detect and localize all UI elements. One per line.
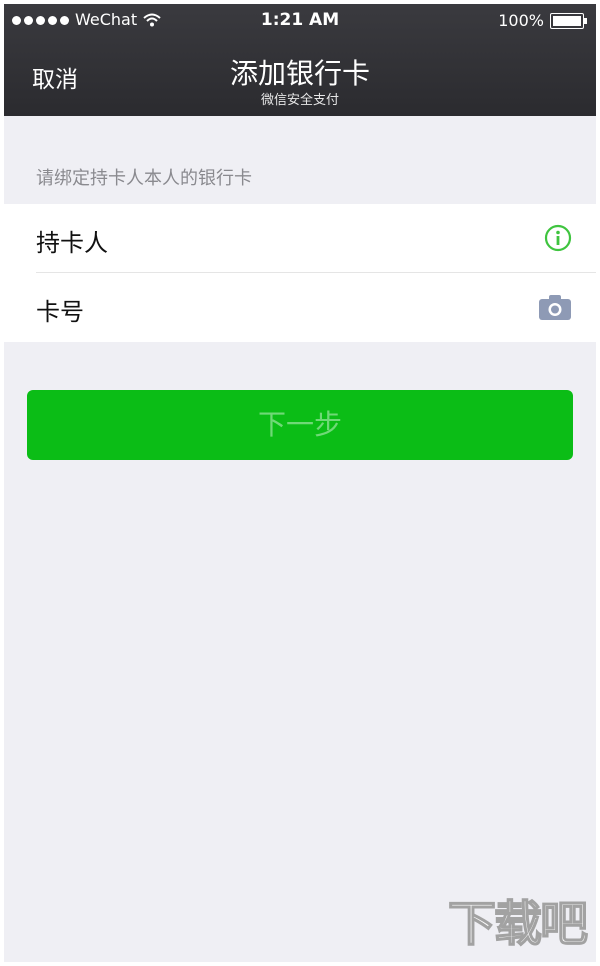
- cardholder-row[interactable]: 持卡人: [4, 204, 596, 273]
- info-icon[interactable]: [544, 224, 572, 252]
- battery-group: 100%: [498, 11, 588, 30]
- cardholder-input[interactable]: [144, 218, 524, 258]
- card-number-row[interactable]: 卡号: [4, 273, 596, 341]
- watermark-logo: 下载吧: [447, 895, 589, 953]
- bank-card-form: 持卡人 卡号: [4, 204, 596, 342]
- next-step-button[interactable]: 下一步: [27, 390, 573, 460]
- nav-bar: 取消 添加银行卡 微信安全支付: [4, 38, 596, 116]
- header: WeChat 1:21 AM 100% 取消 添加银行卡 微信安全支付: [4, 4, 596, 116]
- camera-icon[interactable]: [538, 293, 572, 321]
- card-number-label: 卡号: [36, 298, 84, 326]
- section-hint: 请绑定持卡人本人的银行卡: [36, 168, 252, 189]
- status-bar: WeChat 1:21 AM 100%: [4, 4, 596, 38]
- page-title: 添加银行卡: [229, 57, 370, 90]
- page-subtitle: 微信安全支付: [260, 93, 339, 108]
- battery-icon: [550, 12, 588, 29]
- card-number-input[interactable]: [144, 287, 524, 327]
- battery-percentage: 100%: [498, 11, 544, 30]
- phone-screen: WeChat 1:21 AM 100% 取消 添加银行卡 微信安全支付 请绑定持…: [4, 4, 596, 962]
- cardholder-label: 持卡人: [36, 229, 108, 257]
